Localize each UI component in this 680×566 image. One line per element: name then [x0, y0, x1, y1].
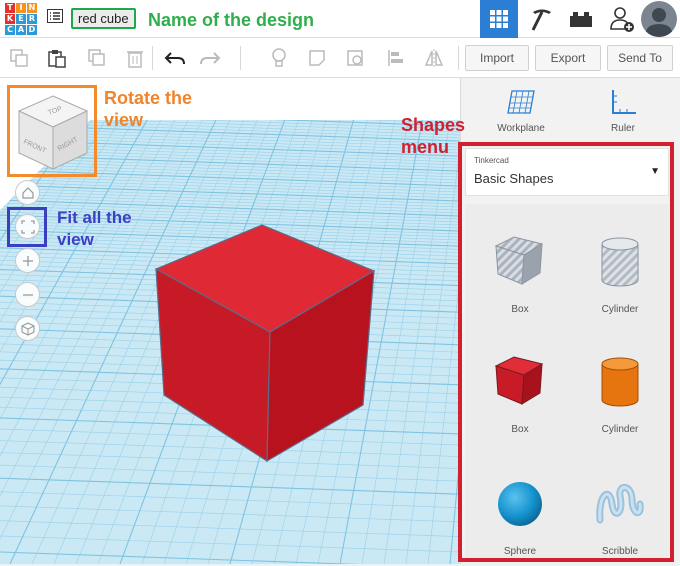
export-button[interactable]: Export — [535, 45, 601, 71]
fit-all-callout: Fit all the view — [57, 208, 132, 249]
shape-note-icon[interactable] — [306, 47, 328, 69]
rotate-view-callout: Rotate the view — [104, 88, 193, 130]
zoom-in-button[interactable] — [15, 248, 40, 273]
send-to-button[interactable]: Send To — [607, 45, 673, 71]
top-bar: T I N K E R C A D red cube Name of the d… — [0, 0, 680, 38]
redo-icon[interactable] — [199, 47, 221, 69]
logo-letter: K — [5, 14, 15, 24]
add-user-icon — [610, 7, 634, 32]
logo-letter: C — [5, 25, 15, 35]
home-view-button[interactable] — [15, 180, 40, 205]
logo-letter: E — [16, 14, 26, 24]
duplicate-icon[interactable] — [86, 47, 108, 69]
lightbulb-icon[interactable] — [268, 47, 290, 69]
undo-icon[interactable] — [164, 47, 186, 69]
logo-letter: N — [27, 3, 37, 13]
note-icon[interactable] — [344, 47, 366, 69]
logo-letter: D — [27, 25, 37, 35]
pickaxe-icon — [531, 9, 551, 31]
workplane-label: Workplane — [497, 123, 545, 134]
pickaxe-button[interactable] — [523, 0, 561, 38]
logo-letter: R — [27, 14, 37, 24]
fit-all-button[interactable] — [15, 214, 40, 239]
brick-icon — [570, 12, 592, 27]
ruler-button[interactable]: Ruler — [588, 88, 658, 134]
copy-icon[interactable] — [8, 47, 30, 69]
red-cube-shape[interactable] — [150, 218, 380, 468]
import-button[interactable]: Import — [465, 45, 529, 71]
perspective-cube-icon — [20, 321, 35, 336]
logo-letter: I — [16, 3, 26, 13]
view-cube[interactable]: TOP FRONT RIGHT — [13, 91, 93, 175]
fit-all-icon — [20, 219, 35, 234]
plus-icon — [22, 255, 33, 266]
design-name-field[interactable]: red cube — [71, 8, 136, 29]
avatar[interactable] — [641, 1, 677, 37]
design-name-callout: Name of the design — [148, 10, 315, 30]
minus-icon — [22, 293, 33, 296]
workplane-icon — [507, 90, 535, 114]
logo-letter: A — [16, 25, 26, 35]
tinkercad-logo[interactable]: T I N K E R C A D — [5, 3, 37, 35]
shapes-menu-highlight — [458, 142, 674, 562]
toolbar-divider — [458, 46, 459, 70]
toolbar-divider — [152, 46, 153, 70]
paste-icon[interactable] — [46, 47, 68, 69]
logo-letter: T — [5, 3, 15, 13]
user-avatar-icon — [645, 8, 673, 37]
edit-toolbar: Import Export Send To — [0, 38, 680, 78]
3d-workspace[interactable]: TOP FRONT RIGHT Rotate the view Fit all … — [0, 78, 460, 564]
delete-icon[interactable] — [124, 47, 146, 69]
ruler-label: Ruler — [611, 123, 635, 134]
3d-design-grid-button[interactable] — [480, 0, 518, 38]
mirror-icon[interactable] — [423, 47, 445, 69]
zoom-out-button[interactable] — [15, 282, 40, 307]
home-icon — [21, 186, 34, 199]
ruler-icon — [612, 90, 636, 114]
grid-icon — [490, 10, 508, 28]
add-user-button[interactable] — [603, 0, 641, 38]
design-list-icon[interactable] — [46, 9, 64, 27]
workplane-button[interactable]: Workplane — [486, 88, 556, 134]
perspective-button[interactable] — [15, 316, 40, 341]
toolbar-divider — [240, 46, 241, 70]
bricks-button[interactable] — [562, 0, 600, 38]
align-icon[interactable] — [385, 47, 407, 69]
